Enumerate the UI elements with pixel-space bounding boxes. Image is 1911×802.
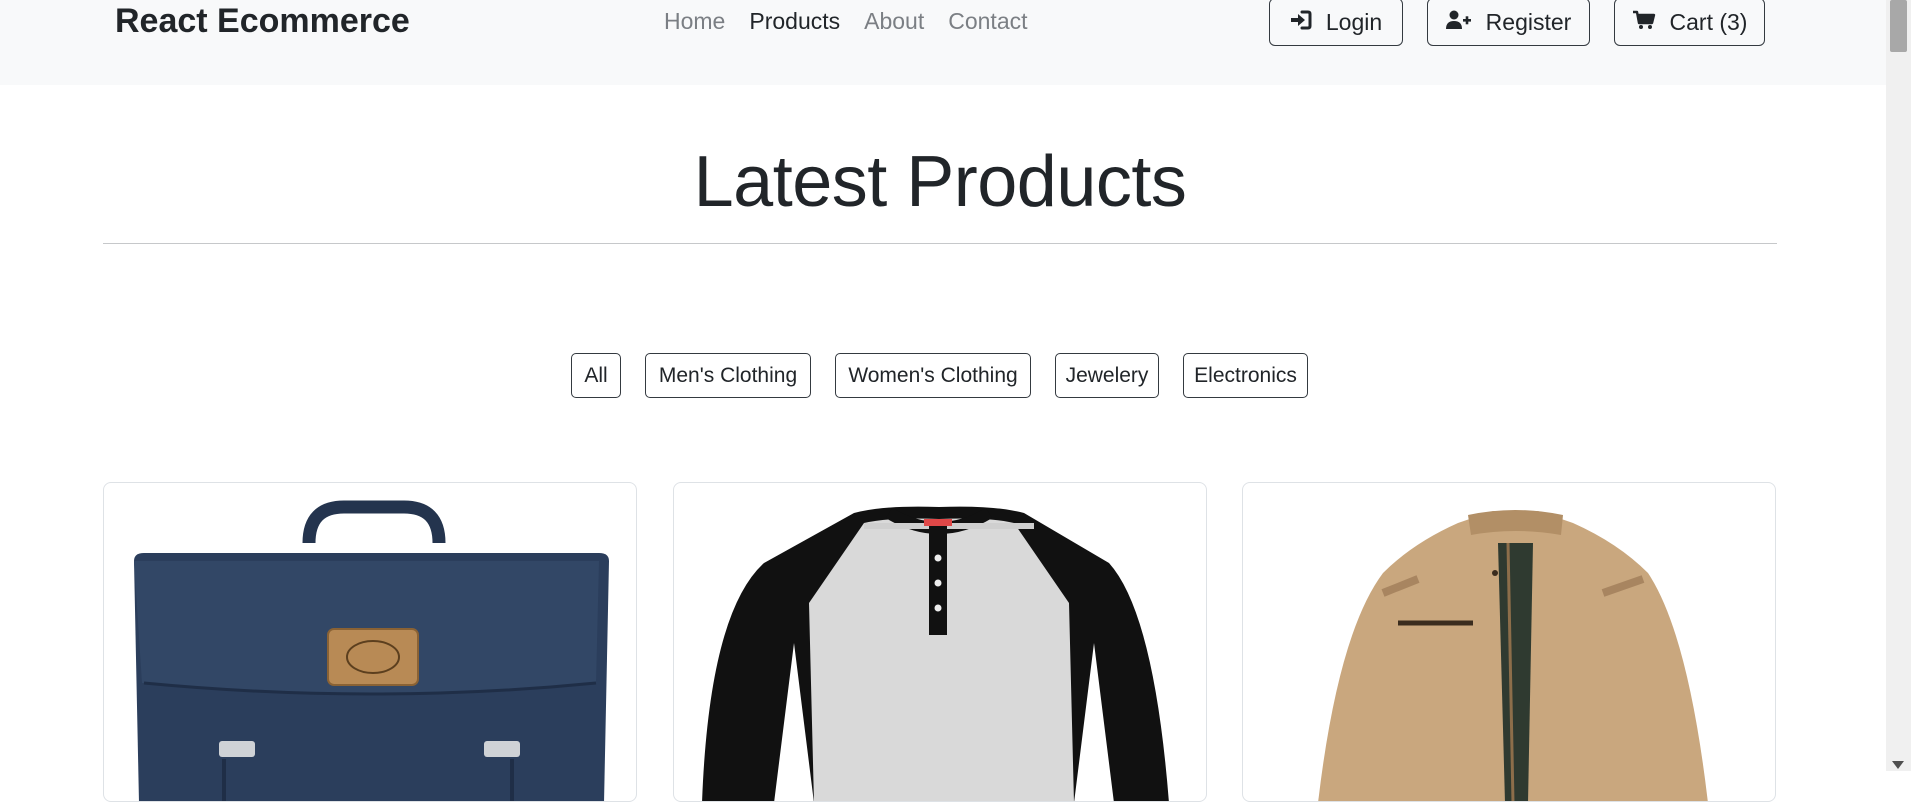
navy-backpack-image bbox=[134, 500, 609, 801]
scroll-down-arrow-icon[interactable] bbox=[1892, 761, 1904, 769]
shopping-cart-icon bbox=[1632, 9, 1656, 36]
scrollbar-thumb[interactable] bbox=[1890, 0, 1907, 52]
filter-all-button[interactable]: All bbox=[571, 353, 621, 398]
raglan-henley-tshirt-image bbox=[702, 506, 1169, 801]
nav-link-home[interactable]: Home bbox=[664, 8, 725, 35]
cart-button[interactable]: Cart (3) bbox=[1614, 0, 1765, 46]
register-label: Register bbox=[1485, 8, 1572, 35]
khaki-jacket-image bbox=[1318, 510, 1708, 801]
filter-womens-clothing-button[interactable]: Women's Clothing bbox=[835, 353, 1031, 398]
navbar: React Ecommerce Home Products About Cont… bbox=[0, 0, 1886, 85]
product-card[interactable] bbox=[673, 482, 1207, 802]
sign-in-icon bbox=[1290, 9, 1312, 36]
nav-link-products[interactable]: Products bbox=[749, 8, 840, 35]
register-button[interactable]: Register bbox=[1427, 0, 1590, 46]
filter-mens-clothing-button[interactable]: Men's Clothing bbox=[645, 353, 811, 398]
brand-logo[interactable]: React Ecommerce bbox=[115, 0, 410, 42]
nav-links: Home Products About Contact bbox=[664, 0, 1028, 42]
cart-label: Cart (3) bbox=[1669, 8, 1748, 35]
nav-link-contact[interactable]: Contact bbox=[948, 8, 1027, 35]
page-title: Latest Products bbox=[693, 142, 1187, 222]
login-button[interactable]: Login bbox=[1269, 0, 1403, 46]
title-divider bbox=[103, 243, 1777, 244]
login-label: Login bbox=[1325, 8, 1383, 35]
user-plus-icon bbox=[1445, 9, 1472, 36]
filter-jewelery-button[interactable]: Jewelery bbox=[1055, 353, 1159, 398]
filter-electronics-button[interactable]: Electronics bbox=[1183, 353, 1308, 398]
product-card[interactable] bbox=[103, 482, 637, 802]
vertical-scrollbar[interactable] bbox=[1886, 0, 1911, 771]
product-card[interactable] bbox=[1242, 482, 1776, 802]
nav-link-about[interactable]: About bbox=[864, 8, 924, 35]
